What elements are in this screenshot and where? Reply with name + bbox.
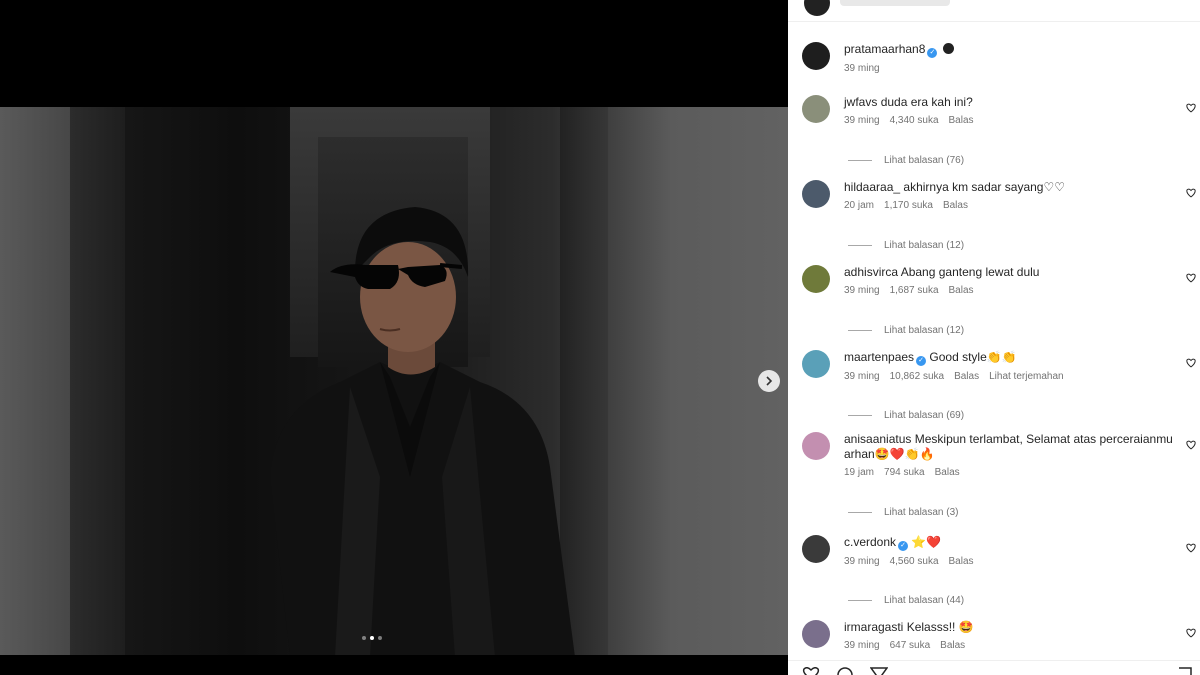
next-photo-button[interactable]: [758, 370, 780, 392]
reply-button[interactable]: Balas: [949, 285, 974, 296]
carousel-dot-active[interactable]: [370, 636, 374, 640]
reply-button[interactable]: Balas: [949, 115, 974, 126]
comment-icon[interactable]: [836, 667, 854, 675]
heart-icon[interactable]: [802, 667, 820, 675]
comment-likes[interactable]: 4,560 suka: [890, 556, 939, 567]
avatar[interactable]: [804, 0, 830, 16]
comment-username[interactable]: hildaaraa_: [844, 180, 900, 194]
reply-button[interactable]: Balas: [943, 200, 968, 211]
heart-icon[interactable]: [1186, 103, 1196, 113]
comment-text: Abang ganteng lewat dulu: [900, 265, 1040, 279]
comment-time: 39 ming: [844, 640, 880, 651]
chevron-right-icon: [766, 376, 773, 386]
heart-icon[interactable]: [1186, 188, 1196, 198]
view-replies-button[interactable]: Lihat balasan (44): [848, 595, 964, 606]
wall-panel: [0, 107, 70, 655]
reply-button[interactable]: Balas: [935, 467, 960, 478]
status-dot-icon: [943, 43, 955, 54]
post-photo[interactable]: [0, 107, 788, 655]
view-replies-button[interactable]: Lihat balasan (12): [848, 240, 964, 251]
view-replies-label: Lihat balasan (44): [884, 595, 965, 606]
comment-text: Kelasss!! 🤩: [906, 620, 974, 634]
view-replies-button[interactable]: Lihat balasan (3): [848, 507, 959, 518]
reply-button[interactable]: Balas: [954, 371, 979, 382]
replies-divider: [848, 512, 872, 513]
view-replies-label: Lihat balasan (76): [884, 155, 965, 166]
comment-time: 39 ming: [844, 115, 880, 126]
panel-header-cutoff: [788, 0, 1200, 22]
view-replies-button[interactable]: Lihat balasan (69): [848, 410, 964, 421]
post-media: [0, 0, 788, 675]
view-replies-button[interactable]: Lihat balasan (76): [848, 155, 964, 166]
avatar[interactable]: [802, 620, 830, 648]
comment-time: 39 ming: [844, 556, 880, 567]
comment-likes[interactable]: 647 suka: [890, 640, 931, 651]
heart-icon[interactable]: [1186, 273, 1196, 283]
view-replies-label: Lihat balasan (69): [884, 410, 965, 421]
comments-panel: pratamaarhan8 ✓ 39 ming jwfavs duda era k…: [788, 0, 1200, 675]
comment-likes[interactable]: 1,170 suka: [884, 200, 933, 211]
replies-divider: [848, 415, 872, 416]
avatar[interactable]: [802, 432, 830, 460]
author-username[interactable]: pratamaarhan8: [844, 42, 925, 56]
heart-icon[interactable]: [1186, 543, 1196, 553]
view-replies-label: Lihat balasan (3): [884, 507, 959, 518]
verified-icon: ✓: [916, 356, 927, 366]
verified-icon: ✓: [927, 48, 938, 58]
reply-button[interactable]: Balas: [949, 556, 974, 567]
verified-icon: ✓: [898, 541, 909, 551]
avatar[interactable]: [802, 95, 830, 123]
comment-username[interactable]: anisaaniatus: [844, 432, 911, 446]
wall-panel: [70, 107, 125, 655]
instagram-post-view: pratamaarhan8 ✓ 39 ming jwfavs duda era k…: [0, 0, 1200, 675]
comment-text: akhirnya km sadar sayang♡♡: [903, 180, 1065, 194]
comment-username[interactable]: jwfavs: [844, 95, 877, 109]
carousel-dot[interactable]: [378, 636, 382, 640]
comment-username[interactable]: c.verdonk: [844, 535, 896, 549]
comment-likes[interactable]: 794 suka: [884, 467, 925, 478]
comment-likes[interactable]: 1,687 suka: [890, 285, 939, 296]
replies-divider: [848, 600, 872, 601]
comment-username[interactable]: adhisvirca: [844, 265, 898, 279]
avatar[interactable]: [802, 42, 830, 70]
avatar[interactable]: [802, 350, 830, 378]
reply-button[interactable]: Balas: [940, 640, 965, 651]
action-bar: [788, 660, 1200, 675]
replies-divider: [848, 330, 872, 331]
replies-divider: [848, 245, 872, 246]
heart-icon[interactable]: [1186, 358, 1196, 368]
comment-time: 39 ming: [844, 371, 880, 382]
person-figure: [270, 207, 575, 655]
comment-text: ⭐❤️: [911, 535, 942, 549]
comment-time: 20 jam: [844, 200, 875, 211]
replies-divider: [848, 160, 872, 161]
view-replies-button[interactable]: Lihat balasan (12): [848, 325, 964, 336]
post-time: 39 ming: [844, 63, 880, 74]
carousel-dot[interactable]: [362, 636, 366, 640]
comment-time: 19 jam: [844, 467, 875, 478]
comment-username[interactable]: irmaragasti: [844, 620, 903, 634]
comment-text: duda era kah ini?: [880, 95, 973, 109]
translate-button[interactable]: Lihat terjemahan: [989, 371, 1064, 382]
comment-text: Good style👏👏: [929, 350, 1017, 364]
bookmark-icon[interactable]: [1176, 667, 1194, 675]
view-replies-label: Lihat balasan (12): [884, 240, 965, 251]
avatar[interactable]: [802, 265, 830, 293]
comment-username[interactable]: maartenpaes: [844, 350, 914, 364]
view-replies-label: Lihat balasan (12): [884, 325, 965, 336]
heart-icon[interactable]: [1186, 440, 1196, 450]
comment-likes[interactable]: 10,862 suka: [890, 371, 945, 382]
carousel-dots: [362, 636, 382, 640]
comment-likes[interactable]: 4,340 suka: [890, 115, 939, 126]
header-text-cutoff: [840, 0, 950, 6]
heart-icon[interactable]: [1186, 628, 1196, 638]
avatar[interactable]: [802, 180, 830, 208]
comment-time: 39 ming: [844, 285, 880, 296]
share-icon[interactable]: [870, 667, 888, 675]
avatar[interactable]: [802, 535, 830, 563]
